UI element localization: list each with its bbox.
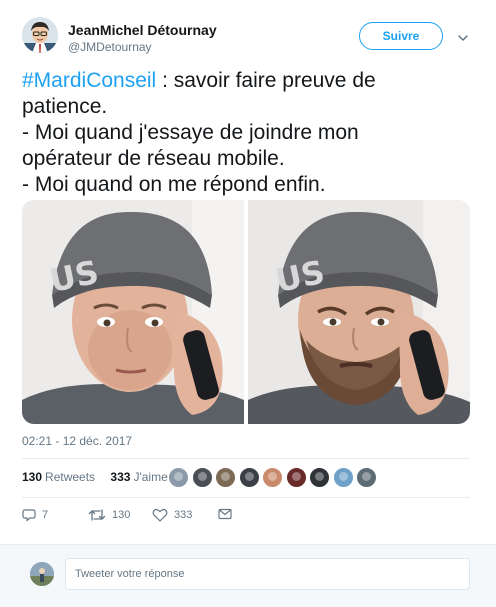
liker-avatar-face xyxy=(362,472,371,481)
liker-avatar-face xyxy=(268,472,277,481)
photo-bearded[interactable]: US xyxy=(248,200,470,424)
liker-avatar[interactable] xyxy=(262,467,283,488)
retweets-count: 130 xyxy=(22,470,43,484)
author-handle[interactable]: @JMDetournay xyxy=(68,40,152,54)
reply-bar xyxy=(0,545,496,607)
hashtag-link[interactable]: #MardiConseil xyxy=(22,69,156,92)
liker-avatar[interactable] xyxy=(168,467,189,488)
likes-stat[interactable]: 333 J'aime xyxy=(110,470,167,484)
reply-input[interactable] xyxy=(65,558,470,590)
author-avatar[interactable] xyxy=(22,17,58,53)
liker-avatar-face xyxy=(197,472,207,481)
likes-count: 333 xyxy=(110,470,131,484)
tweet-line-2: patience. xyxy=(22,95,108,118)
tweet-stats: 130 Retweets 333 J'aime xyxy=(22,470,180,484)
tweet-line-3: - Moi quand j'essaye de joindre mon xyxy=(22,121,359,144)
retweet-button[interactable]: 130 xyxy=(88,508,130,522)
liker-avatar-face xyxy=(174,472,183,481)
retweets-stat[interactable]: 130 Retweets xyxy=(22,470,95,484)
divider xyxy=(22,458,470,459)
like-count: 333 xyxy=(174,509,193,521)
liker-avatar[interactable] xyxy=(215,467,236,488)
retweets-label: Retweets xyxy=(45,470,96,484)
reply-icon xyxy=(22,509,36,522)
reply-button[interactable]: 7 xyxy=(22,508,48,522)
current-user-avatar xyxy=(30,562,54,586)
man-with-beard-and-beanie-on-phone-icon: US xyxy=(248,200,470,424)
liker-avatar[interactable] xyxy=(332,467,354,488)
tweet-card: JeanMichel Détournay @JMDetournay Suivre… xyxy=(0,0,496,544)
like-button[interactable]: 333 xyxy=(152,508,192,522)
liker-avatar[interactable] xyxy=(309,467,330,488)
user-avatar-icon xyxy=(30,562,54,586)
retweet-count: 130 xyxy=(112,509,131,521)
liker-avatar-face xyxy=(315,472,324,481)
more-options-button[interactable] xyxy=(457,30,469,41)
liker-avatar-face xyxy=(221,472,230,481)
direct-message-button[interactable] xyxy=(218,508,238,520)
tweet-line-5: - Moi quand on me répond enfin. xyxy=(22,173,326,196)
photo-clean-shaven[interactable]: US xyxy=(22,200,244,424)
divider xyxy=(22,497,470,498)
tweet-line-4: opérateur de réseau mobile. xyxy=(22,147,285,170)
tweet-line-1-text: : savoir faire preuve de xyxy=(156,69,376,92)
liker-avatar-face xyxy=(291,472,301,481)
tweet-line-1: #MardiConseil : savoir faire preuve de xyxy=(22,68,474,94)
liker-avatar[interactable] xyxy=(356,467,377,488)
likes-label: J'aime xyxy=(133,470,168,484)
man-with-beanie-on-phone-icon: US xyxy=(22,200,244,424)
tweet-media: US US xyxy=(22,200,470,424)
author-name[interactable]: JeanMichel Détournay xyxy=(68,22,217,38)
envelope-icon xyxy=(218,508,232,520)
liker-avatar-face xyxy=(338,472,348,481)
reply-count: 7 xyxy=(42,509,49,521)
liker-avatar[interactable] xyxy=(285,467,307,488)
user-avatar-icon xyxy=(22,17,58,53)
liker-avatar[interactable] xyxy=(191,467,213,488)
chevron-down-icon xyxy=(458,35,468,41)
follow-button[interactable]: Suivre xyxy=(359,22,443,50)
retweet-icon xyxy=(88,509,106,521)
tweet-timestamp[interactable]: 02:21 - 12 déc. 2017 xyxy=(22,434,132,448)
liker-avatar-face xyxy=(244,472,254,481)
heart-icon xyxy=(152,508,168,522)
liker-avatar[interactable] xyxy=(238,467,260,488)
tweet-text: #MardiConseil : savoir faire preuve de p… xyxy=(22,68,474,198)
